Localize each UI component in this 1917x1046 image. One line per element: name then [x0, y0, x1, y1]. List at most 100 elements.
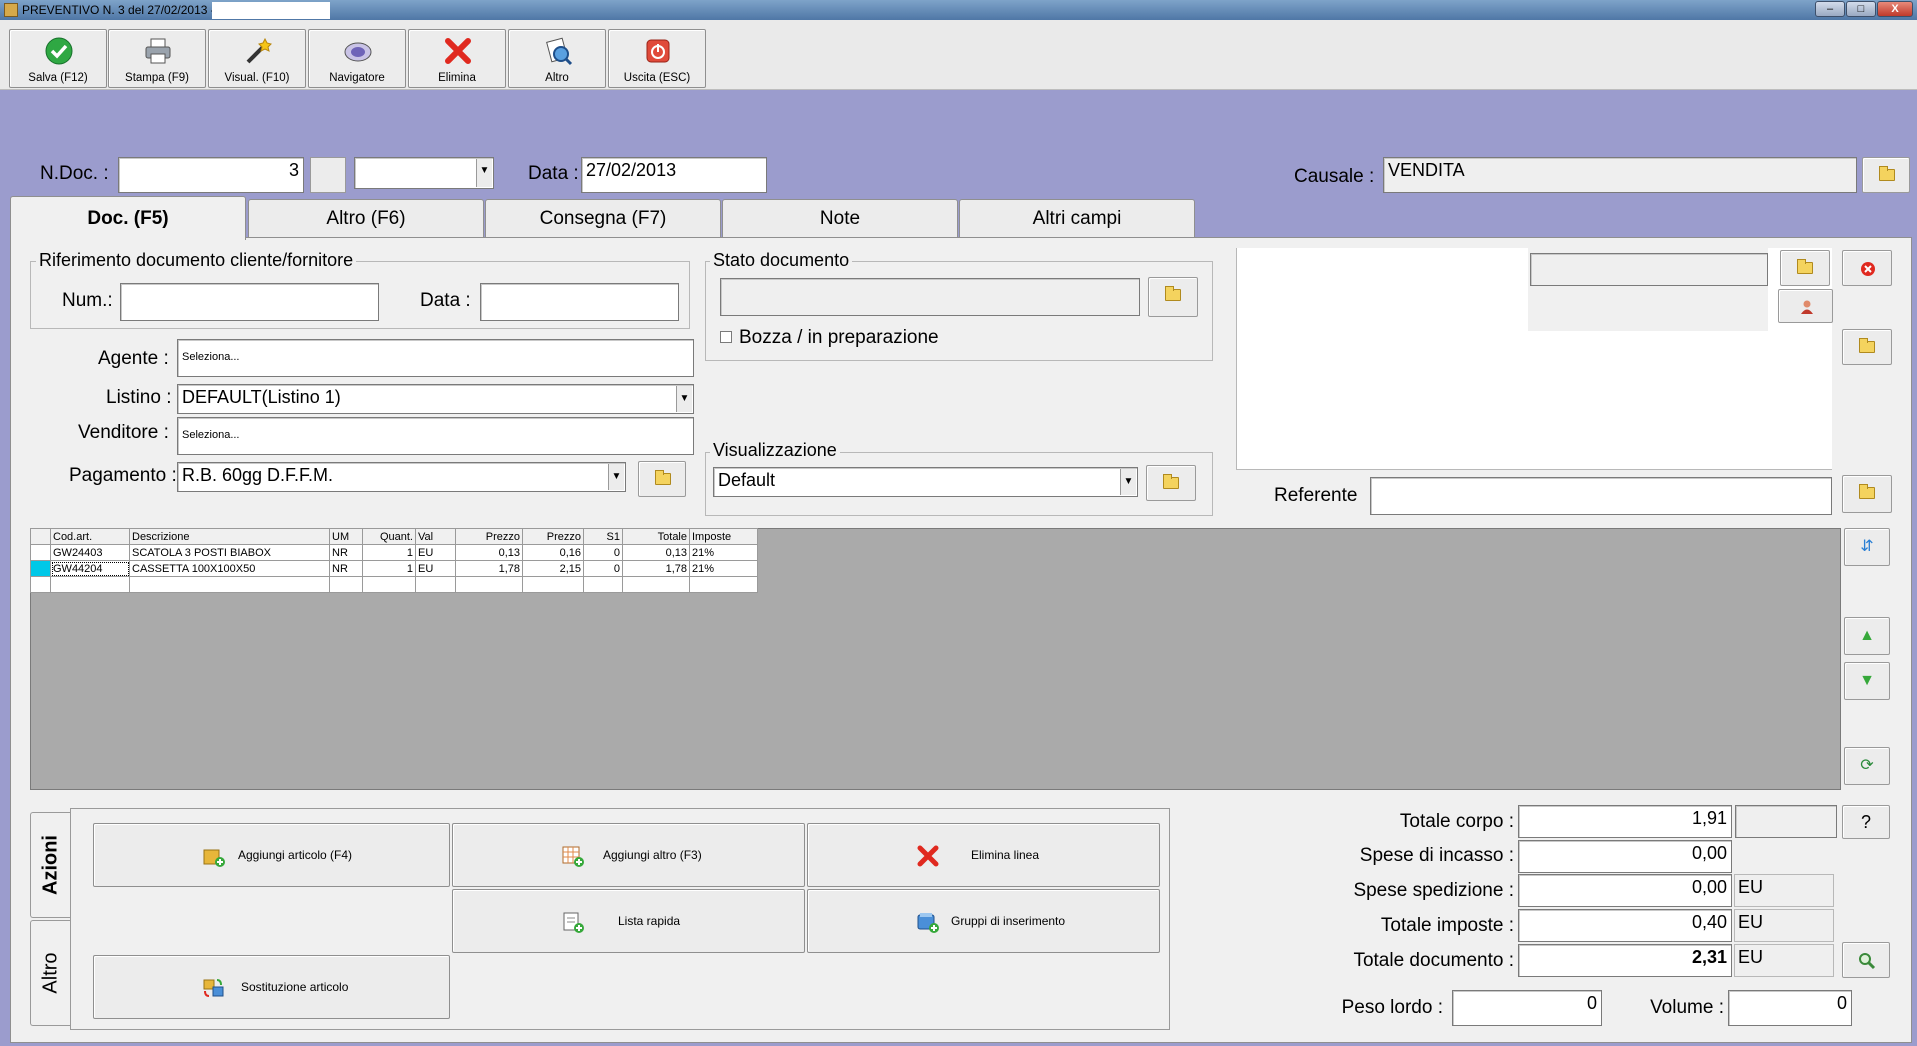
customer-code-field[interactable] — [1530, 253, 1768, 286]
tab-azioni[interactable]: Azioni — [30, 812, 70, 918]
help-button[interactable]: ? — [1842, 805, 1890, 839]
grid-cell[interactable]: GW24403 — [50, 544, 130, 561]
tab-altro-side[interactable]: Altro — [30, 920, 70, 1026]
grid-cell[interactable]: GW44204 — [50, 560, 130, 577]
delete-line-button[interactable]: Elimina linea — [807, 823, 1160, 887]
grid-header-cell[interactable]: UM — [329, 528, 363, 545]
visualizzazione-folder-button[interactable] — [1146, 465, 1196, 501]
visualizzazione-select[interactable]: Default ▼ — [713, 467, 1138, 497]
referente-input[interactable] — [1370, 477, 1832, 515]
table-row[interactable]: GW44204 CASSETTA 100X100X50 NR 1 EU 1,78… — [30, 560, 758, 577]
stato-folder-button[interactable] — [1148, 277, 1198, 317]
grid-cell[interactable]: EU — [415, 544, 456, 561]
grid-cell[interactable]: 0 — [583, 560, 623, 577]
add-other-button[interactable]: Aggiungi altro (F3) — [452, 823, 805, 887]
grid-cell[interactable]: 21% — [689, 560, 758, 577]
grid-header-cell[interactable]: Quant. — [362, 528, 416, 545]
stato-field[interactable] — [720, 278, 1140, 316]
other-button[interactable]: Altro — [508, 29, 606, 88]
date-input[interactable]: 27/02/2013 — [581, 157, 767, 193]
ndoc-input[interactable]: 3 — [118, 157, 304, 193]
replace-article-button[interactable]: Sostituzione articolo — [93, 955, 450, 1019]
agente-field[interactable]: Seleziona... — [177, 339, 694, 377]
grid-cell[interactable]: 21% — [689, 544, 758, 561]
delete-button[interactable]: Elimina — [408, 29, 506, 88]
zoom-button[interactable] — [1842, 942, 1890, 978]
grid-cell[interactable] — [129, 576, 330, 593]
refresh-icon[interactable]: ⟳ — [1844, 747, 1890, 785]
view-button[interactable]: Visual. (F10) — [208, 29, 306, 88]
listino-select[interactable]: DEFAULT(Listino 1) ▼ — [177, 384, 694, 414]
bozza-checkbox[interactable] — [720, 331, 732, 343]
volume-input[interactable]: 0 — [1728, 990, 1852, 1026]
table-row[interactable] — [30, 576, 758, 593]
address-folder-button[interactable] — [1842, 329, 1892, 365]
grid-cell[interactable]: 2,15 — [522, 560, 584, 577]
grid-cell[interactable]: SCATOLA 3 POSTI BIABOX — [129, 544, 330, 561]
chevron-down-icon[interactable]: ▼ — [476, 159, 492, 187]
tab-consegna[interactable]: Consegna (F7) — [485, 199, 721, 237]
peso-lordo-input[interactable]: 0 — [1452, 990, 1602, 1026]
grid-cell[interactable]: 1 — [362, 560, 416, 577]
grid-cell[interactable] — [522, 576, 584, 593]
grid-header-cell[interactable]: Val — [415, 528, 456, 545]
close-window-button[interactable]: X — [1877, 1, 1913, 17]
grid-header-cell[interactable]: S1 — [583, 528, 623, 545]
insert-groups-button[interactable]: Gruppi di inserimento — [807, 889, 1160, 953]
chevron-down-icon[interactable]: ▼ — [608, 464, 624, 490]
grid-cell[interactable] — [362, 576, 416, 593]
venditore-field[interactable]: Seleziona... — [177, 417, 694, 455]
save-button[interactable]: Salva (F12) — [9, 29, 107, 88]
ndoc-suffix-select[interactable]: ▼ — [354, 157, 494, 189]
grid-cell[interactable]: 1,78 — [455, 560, 523, 577]
ndoc-picker-button[interactable] — [310, 157, 346, 193]
grid-cell[interactable]: 0,13 — [455, 544, 523, 561]
table-row[interactable]: GW24403 SCATOLA 3 POSTI BIABOX NR 1 EU 0… — [30, 544, 758, 561]
maximize-button[interactable]: □ — [1846, 1, 1876, 17]
grid-cell[interactable]: EU — [415, 560, 456, 577]
grid-cell[interactable] — [50, 576, 130, 593]
grid-cell[interactable] — [583, 576, 623, 593]
add-article-button[interactable]: Aggiungi articolo (F4) — [93, 823, 450, 887]
grid-cell[interactable]: 1,78 — [622, 560, 690, 577]
exit-button[interactable]: Uscita (ESC) — [608, 29, 706, 88]
pagamento-folder-button[interactable] — [638, 461, 686, 497]
pagamento-select[interactable]: R.B. 60gg D.F.F.M. ▼ — [177, 462, 626, 492]
referente-folder-button[interactable] — [1842, 475, 1892, 513]
row-selector[interactable] — [30, 544, 51, 561]
grid-cell[interactable] — [415, 576, 456, 593]
spese-incasso-input[interactable]: 0,00 — [1518, 840, 1732, 873]
grid-cell[interactable]: NR — [329, 544, 363, 561]
row-selector[interactable] — [30, 576, 51, 593]
swap-updown-icon[interactable]: ⇵ — [1844, 528, 1890, 566]
minimize-button[interactable]: – — [1815, 1, 1845, 17]
grid-cell[interactable] — [689, 576, 758, 593]
tab-note[interactable]: Note — [722, 199, 958, 237]
grid-header-cell[interactable]: Totale — [622, 528, 690, 545]
navigator-button[interactable]: Navigatore — [308, 29, 406, 88]
grid-cell[interactable]: 1 — [362, 544, 416, 561]
grid-cell[interactable]: NR — [329, 560, 363, 577]
grid-cell[interactable]: 0,13 — [622, 544, 690, 561]
grid-header-cell[interactable]: Prezzo — [522, 528, 584, 545]
print-button[interactable]: Stampa (F9) — [108, 29, 206, 88]
chevron-down-icon[interactable]: ▼ — [676, 386, 692, 412]
tab-altro[interactable]: Altro (F6) — [248, 199, 484, 237]
customer-clear-button[interactable] — [1842, 250, 1892, 286]
grid-cell[interactable] — [329, 576, 363, 593]
chevron-down-icon[interactable]: ▼ — [1120, 469, 1136, 495]
tab-doc[interactable]: Doc. (F5) — [10, 196, 246, 240]
grid-cell[interactable]: CASSETTA 100X100X50 — [129, 560, 330, 577]
move-down-icon[interactable]: ▼ — [1844, 662, 1890, 700]
move-up-icon[interactable]: ▲ — [1844, 617, 1890, 655]
grid-cell[interactable] — [622, 576, 690, 593]
grid-cell[interactable]: 0,16 — [522, 544, 584, 561]
customer-folder-button[interactable] — [1780, 250, 1830, 286]
grid-header-cell[interactable]: Descrizione — [129, 528, 330, 545]
grid-cell[interactable]: 0 — [583, 544, 623, 561]
grid-header-cell[interactable]: Imposte — [689, 528, 758, 545]
riferimento-date-input[interactable] — [480, 283, 679, 321]
spese-spedizione-input[interactable]: 0,00 — [1518, 874, 1732, 907]
tab-altri-campi[interactable]: Altri campi — [959, 199, 1195, 237]
grid-header-cell[interactable]: Cod.art. — [50, 528, 130, 545]
